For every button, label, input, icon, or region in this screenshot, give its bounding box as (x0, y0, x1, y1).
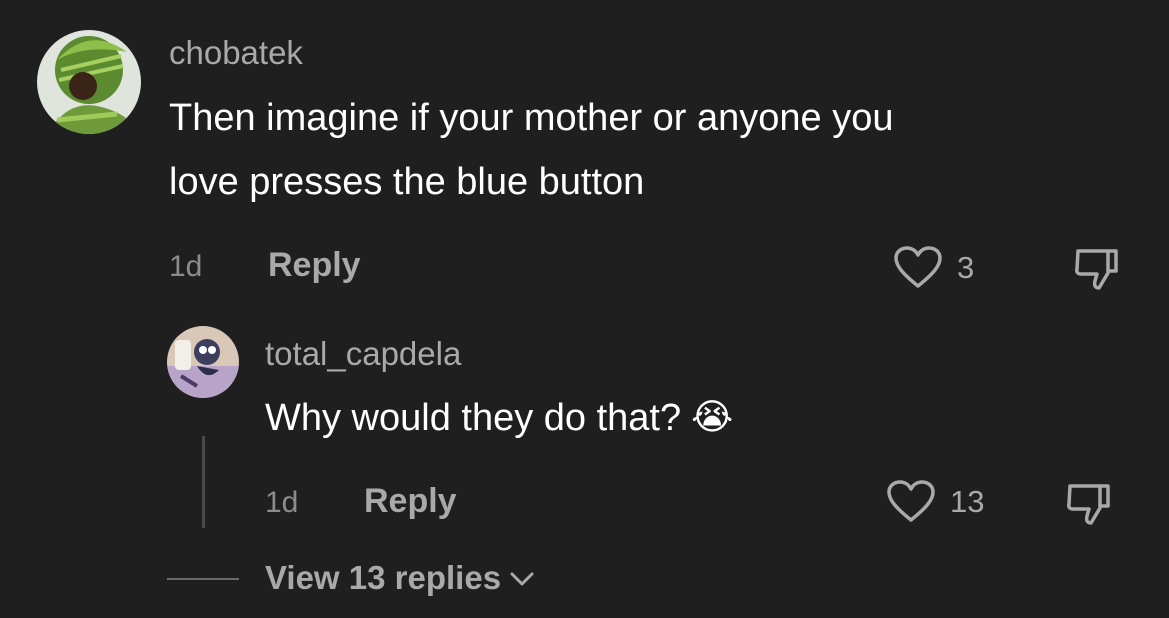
like-count: 13 (950, 484, 985, 519)
reply-button[interactable]: Reply (268, 246, 361, 285)
reply-username[interactable]: total_capdela (265, 335, 461, 373)
view-replies-label: View 13 replies (265, 559, 502, 596)
comment-text-line: Then imagine if your mother or anyone yo… (169, 97, 894, 139)
dislike-icon[interactable] (1072, 243, 1124, 293)
heart-icon[interactable] (893, 246, 943, 290)
comment-time: 1d (169, 250, 203, 283)
reply-button[interactable]: Reply (364, 482, 457, 521)
avatar-total-capdela[interactable] (167, 326, 239, 398)
heart-icon[interactable] (886, 480, 936, 524)
view-replies-button[interactable]: View 13 replies (265, 559, 535, 597)
chevron-down-icon (509, 559, 535, 597)
comment-username[interactable]: chobatek (169, 34, 303, 72)
reply-text-content: Why would they do that? (265, 397, 682, 439)
comment-text: Then imagine if your mother or anyone yo… (169, 86, 894, 214)
replies-divider (167, 578, 239, 580)
like-count: 3 (957, 250, 975, 285)
thread-line (202, 436, 205, 528)
reply-text: Why would they do that? 😭 (265, 386, 733, 450)
dislike-icon[interactable] (1064, 478, 1116, 528)
avatar-chobatek[interactable] (37, 30, 141, 134)
reply-time: 1d (265, 486, 299, 519)
comment-text-line: love presses the blue button (169, 161, 645, 203)
crying-face-emoji: 😭 (691, 397, 734, 438)
